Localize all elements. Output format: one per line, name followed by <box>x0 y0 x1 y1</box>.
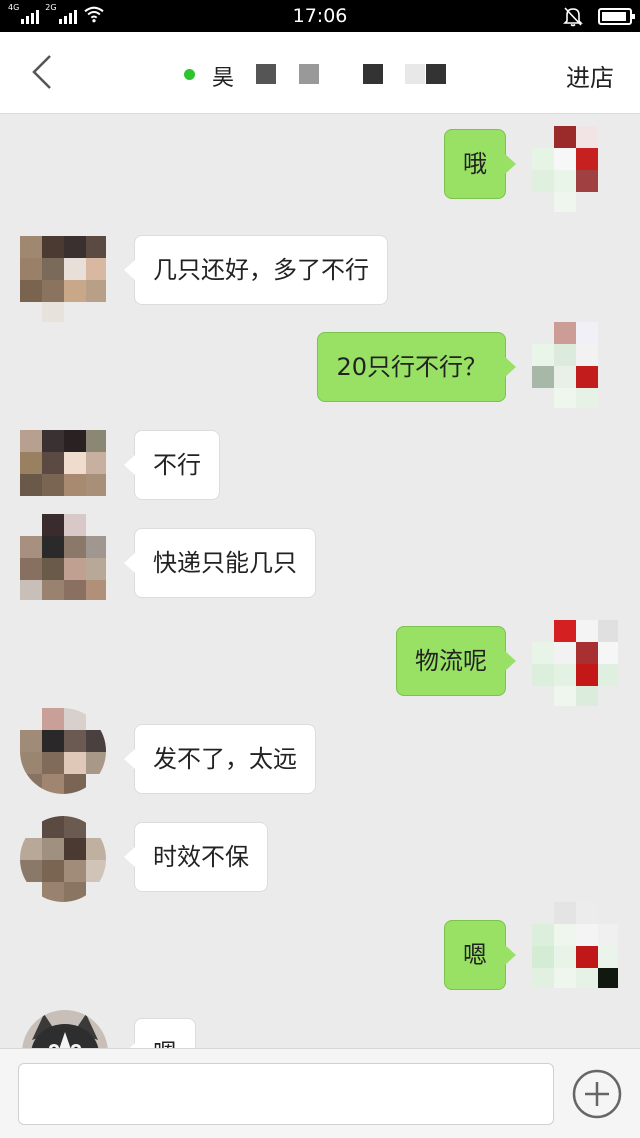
name-mosaic <box>405 64 425 84</box>
name-mosaic <box>363 64 383 84</box>
name-mosaic <box>256 64 276 84</box>
message-bubble-sent[interactable]: 嗯 <box>444 920 516 990</box>
my-avatar[interactable] <box>532 322 618 408</box>
online-status-dot <box>184 68 195 80</box>
my-avatar[interactable] <box>532 902 618 988</box>
contact-name: 昊 <box>212 66 235 91</box>
battery-icon <box>598 7 635 25</box>
my-avatar[interactable] <box>532 620 618 706</box>
input-bar <box>0 1048 640 1138</box>
message-bubble-received[interactable]: 快递只能几只 <box>124 528 316 598</box>
my-avatar[interactable] <box>532 126 618 212</box>
status-bar: 4G 2G 17:06 <box>0 0 640 32</box>
name-mosaic <box>299 64 319 84</box>
message-bubble-received[interactable]: 发不了，太远 <box>124 724 316 794</box>
chat-header: 昊 进店 <box>0 32 640 114</box>
contact-avatar[interactable] <box>20 708 106 794</box>
message-bubble-sent[interactable]: 物流呢 <box>396 626 516 696</box>
message-bubble-received[interactable]: 几只还好，多了不行 <box>124 235 388 305</box>
contact-avatar[interactable] <box>20 430 106 516</box>
contact-avatar[interactable] <box>22 1010 108 1048</box>
dog-avatar-image <box>22 1010 108 1048</box>
message-bubble-received[interactable]: 嗯 <box>124 1018 196 1048</box>
enter-shop-button[interactable]: 进店 <box>566 58 614 93</box>
status-right <box>562 5 635 27</box>
message-bubble-received[interactable]: 时效不保 <box>124 822 268 892</box>
contact-avatar[interactable] <box>20 236 106 322</box>
message-bubble-sent[interactable]: 哦 <box>444 129 516 199</box>
plus-icon[interactable] <box>572 1069 622 1119</box>
contact-avatar[interactable] <box>20 816 106 902</box>
message-bubble-sent[interactable]: 20只行不行？ <box>317 332 516 402</box>
contact-avatar[interactable] <box>20 514 106 600</box>
message-input[interactable] <box>18 1063 554 1125</box>
clock: 17:06 <box>292 5 348 27</box>
mute-bell-icon <box>563 7 583 27</box>
chat-title: 昊 <box>184 62 446 91</box>
name-mosaic <box>426 64 446 84</box>
back-arrow-icon[interactable] <box>26 52 62 92</box>
message-list[interactable]: 哦 几只还好，多了不行 20只行不行？ 不行 快递只能几只 物流呢 发不了，太远… <box>0 114 640 1048</box>
message-bubble-received[interactable]: 不行 <box>124 430 220 500</box>
